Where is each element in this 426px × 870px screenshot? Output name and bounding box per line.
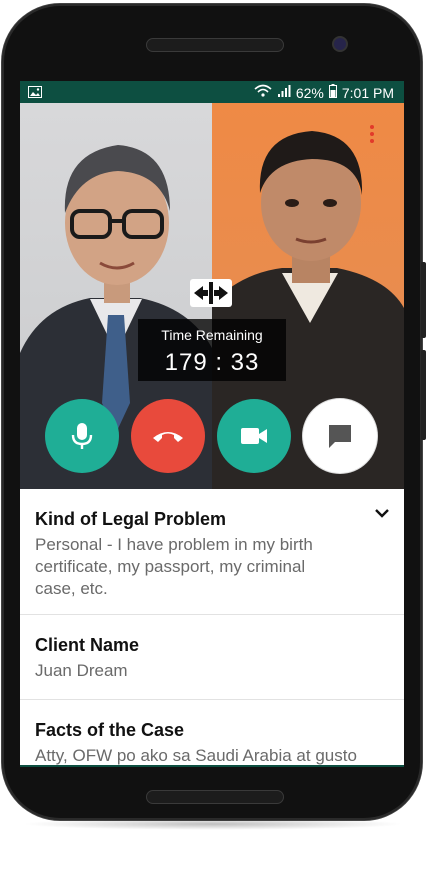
chevron-down-icon[interactable] [374, 505, 390, 523]
microphone-icon [71, 423, 93, 449]
screen-bottom-edge [20, 765, 404, 767]
legal-problem-section: Kind of Legal Problem Personal - I have … [20, 489, 404, 615]
screen: 62% 7:01 PM Time Remaining 179: 33 Kind… [20, 81, 404, 767]
phone-shadow [22, 818, 404, 830]
bottom-speaker [146, 790, 284, 804]
earpiece-speaker [146, 38, 284, 52]
client-name-section: Client Name Juan Dream [20, 615, 404, 700]
client-name-title: Client Name [35, 635, 140, 655]
time-remaining-value: 179 : 33 [164, 349, 260, 376]
battery-icon [328, 84, 337, 101]
status-bar: 62% 7:01 PM [20, 81, 404, 103]
time-remaining-label: Time Remaining [161, 327, 263, 343]
client-name-value: Juan Dream [35, 661, 128, 680]
battery-percent: 62% [295, 84, 324, 101]
time-remaining-panel: Time Remaining 179 : 33 [138, 319, 286, 381]
end-call-icon [153, 432, 183, 442]
mute-button[interactable] [45, 399, 119, 473]
swap-arrows-icon [194, 282, 228, 304]
clock: 7:01 PM [341, 84, 394, 101]
video-toggle-button[interactable] [217, 399, 291, 473]
legal-problem-title: Kind of Legal Problem [35, 509, 227, 529]
chat-icon [329, 425, 351, 448]
front-camera [334, 38, 346, 50]
facts-title: Facts of the Case [35, 720, 185, 740]
facts-value: Atty, OFW po ako sa Saudi Arabia at gust… [35, 746, 357, 765]
chat-button[interactable] [303, 399, 377, 473]
wifi-icon [254, 84, 272, 101]
end-call-button[interactable] [131, 399, 205, 473]
phone-frame: 62% 7:01 PM Time Remaining 179: 33 Kind… [2, 4, 426, 820]
signal-icon [277, 84, 291, 101]
volume-button [421, 262, 426, 338]
swap-video-button[interactable] [190, 279, 232, 307]
power-button [421, 350, 426, 440]
legal-problem-value: Personal - I have problem in my birth ce… [35, 535, 313, 598]
facts-of-case-section: Facts of the Case Atty, OFW po ako sa Sa… [20, 700, 404, 767]
video-camera-icon [241, 428, 267, 444]
more-options-icon[interactable] [370, 125, 374, 146]
case-details-panel: Kind of Legal Problem Personal - I have … [20, 489, 404, 767]
image-icon [28, 85, 42, 101]
video-call-area: Time Remaining 179 : 33 [20, 103, 404, 489]
